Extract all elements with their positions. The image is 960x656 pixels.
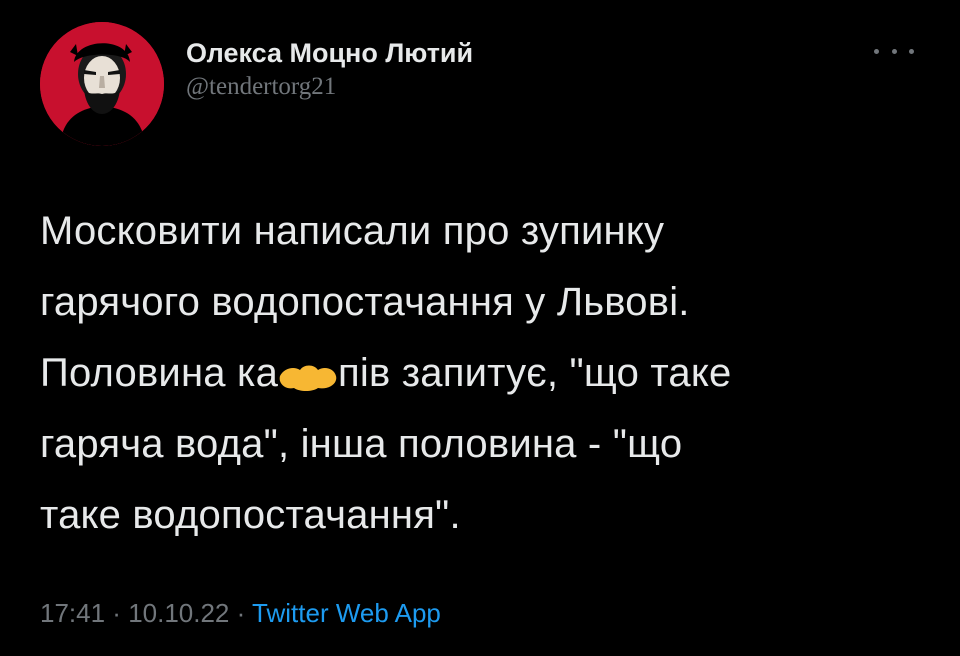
author-names: Олекса Моцно Лютий @tendertorg21 <box>186 36 473 104</box>
tweet-line-3: Половина ка пів запитує, "що таке <box>40 338 930 409</box>
tweet-meta: 17:41 · 10.10.22 · Twitter Web App <box>40 596 441 630</box>
tweet-line-3-end: пів запитує, "що таке <box>338 351 732 395</box>
tweet-source-link[interactable]: Twitter Web App <box>252 598 441 628</box>
tweet-line-4: гаряча вода", інша половина - "що <box>40 422 683 466</box>
tweet-line-1: Московити написали про зупинку <box>40 209 665 253</box>
dot <box>909 48 914 54</box>
meta-separator: · <box>105 598 129 628</box>
dot <box>891 48 897 54</box>
author-display-name[interactable]: Олекса Моцно Лютий <box>186 36 473 70</box>
tweet-time[interactable]: 17:41 <box>40 598 105 628</box>
avatar[interactable] <box>40 22 164 146</box>
more-options-icon[interactable] <box>874 36 914 66</box>
tweet-date[interactable]: 10.10.22 <box>128 598 229 628</box>
censor-blob-icon <box>278 344 338 391</box>
tweet-line-5: таке водопостачання". <box>40 493 461 537</box>
tweet-line-2: гарячого водопостачання у Львові. <box>40 280 690 324</box>
tweet-text: Московити написали про зупинку гарячого … <box>40 196 930 551</box>
tweet-line-3-start: Половина ка <box>40 351 279 395</box>
tweet-card: Олекса Моцно Лютий @tendertorg21 Москови… <box>0 0 960 656</box>
portrait-avatar-icon <box>40 22 164 146</box>
dot <box>874 48 879 54</box>
meta-separator: · <box>229 598 253 628</box>
author-handle[interactable]: @tendertorg21 <box>186 70 473 104</box>
